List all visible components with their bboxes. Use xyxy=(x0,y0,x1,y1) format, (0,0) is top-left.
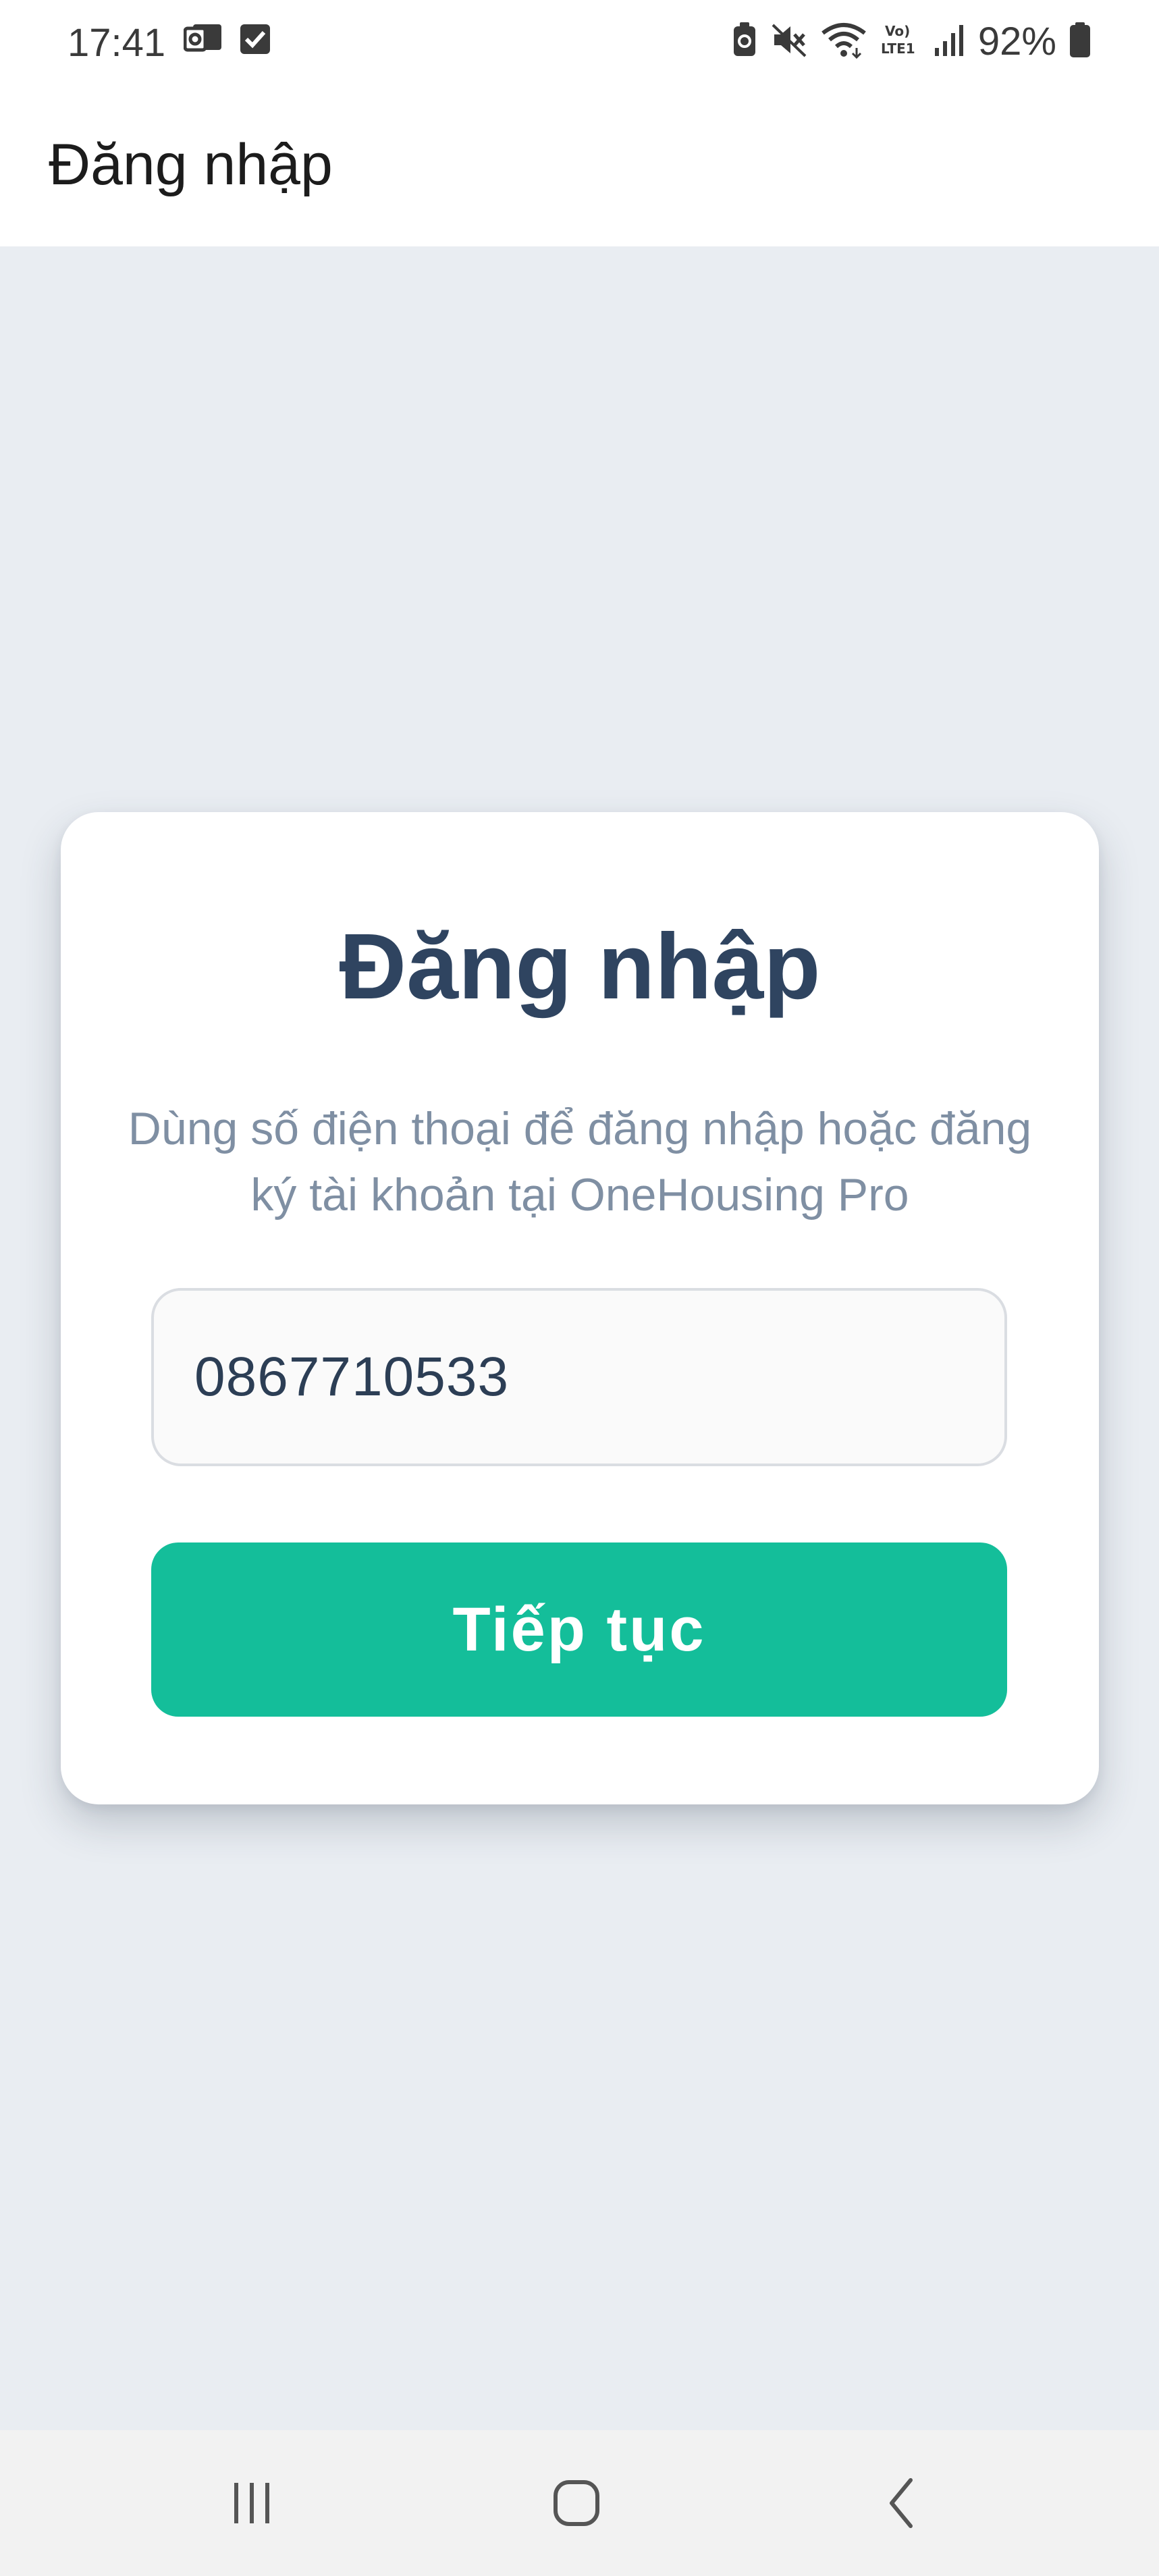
recent-apps-button[interactable] xyxy=(211,2471,292,2538)
system-indicators: Vo) LTE1 92% xyxy=(731,19,1091,64)
svg-text:Vo): Vo) xyxy=(885,23,910,39)
app-bar: Đăng nhập xyxy=(0,84,1159,246)
svg-text:LTE1: LTE1 xyxy=(881,41,915,57)
battery-icon xyxy=(1069,21,1091,62)
outlook-icon xyxy=(183,22,223,59)
volte-icon: Vo) LTE1 xyxy=(880,21,920,62)
login-screen: 17:41 Vo) LTE1 92% Đăng nhập Đăng nhập D… xyxy=(0,0,1159,2576)
home-button[interactable] xyxy=(536,2471,617,2538)
notification-icons xyxy=(183,22,271,59)
phone-number-input[interactable] xyxy=(151,1288,1007,1466)
system-nav-bar xyxy=(0,2430,1159,2576)
login-title: Đăng nhập xyxy=(339,915,821,1019)
recent-apps-icon xyxy=(225,2476,279,2533)
back-button[interactable] xyxy=(862,2471,943,2538)
back-icon xyxy=(875,2476,929,2533)
home-icon xyxy=(549,2476,603,2533)
battery-saver-icon xyxy=(731,21,758,62)
continue-button[interactable]: Tiếp tục xyxy=(151,1542,1007,1717)
checkbox-icon xyxy=(239,22,271,59)
status-bar: 17:41 Vo) LTE1 92% xyxy=(0,0,1159,84)
login-card: Đăng nhập Dùng số điện thoại để đăng nhậ… xyxy=(61,812,1099,1804)
login-subtitle: Dùng số điện thoại để đăng nhập hoặc đăn… xyxy=(128,1103,1032,1220)
battery-percentage: 92% xyxy=(977,20,1056,63)
wifi-icon xyxy=(820,21,867,62)
signal-icon xyxy=(932,21,966,62)
status-time: 17:41 xyxy=(68,21,166,65)
app-bar-title: Đăng nhập xyxy=(49,132,333,197)
mute-icon xyxy=(770,21,808,62)
